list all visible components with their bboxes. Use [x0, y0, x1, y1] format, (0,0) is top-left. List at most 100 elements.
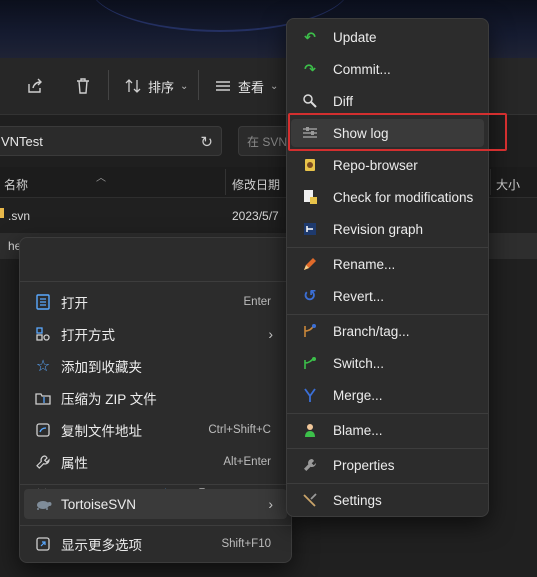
sort-icon — [125, 79, 141, 93]
menu-divider — [20, 484, 291, 485]
menu-item-label: Revert... — [333, 288, 385, 304]
menu-item-add-favorite[interactable]: ☆ 添加到收藏夹 — [24, 352, 287, 380]
trash-icon — [77, 78, 89, 94]
folder-icon — [0, 208, 4, 218]
address-path: VNTest — [1, 133, 43, 149]
file-name: .svn — [8, 209, 31, 223]
menu-item-label: Switch... — [333, 355, 385, 371]
menu-item-label: Commit... — [333, 61, 391, 77]
menu-item-label: 添加到收藏夹 — [61, 360, 142, 375]
svn-branch-tag[interactable]: Branch/tag... — [291, 317, 484, 345]
view-button[interactable]: 查看 ⌄ — [214, 76, 278, 96]
sort-button[interactable]: 排序 ⌄ — [124, 76, 188, 96]
svn-rename[interactable]: Rename... — [291, 250, 484, 278]
column-size-header[interactable]: 大小 — [496, 176, 520, 193]
menu-item-open[interactable]: 打开 Enter — [24, 288, 287, 316]
check-modifications-icon — [301, 188, 319, 206]
search-placeholder: 在 SVN — [247, 134, 288, 149]
wrench-icon — [34, 453, 52, 471]
menu-item-label: 显示更多选项 — [61, 538, 142, 553]
menu-divider — [287, 448, 488, 449]
view-lines-icon — [216, 81, 230, 91]
zip-folder-icon — [34, 389, 52, 407]
column-modified-header[interactable]: 修改日期 — [232, 176, 280, 193]
menu-item-shortcut: Shift+F10 — [221, 538, 271, 550]
commit-icon: ↷ — [304, 60, 316, 77]
menu-item-label: TortoiseSVN — [61, 496, 137, 512]
menu-item-label: 打开方式 — [61, 328, 115, 343]
file-date: 2023/5/7 — [232, 209, 279, 223]
menu-item-show-more-options[interactable]: 显示更多选项 Shift+F10 — [24, 530, 287, 558]
sort-up-icon: ︿ — [96, 173, 106, 184]
star-icon: ☆ — [35, 358, 51, 375]
svn-diff[interactable]: Diff — [291, 87, 484, 115]
menu-item-label: Blame... — [333, 422, 383, 438]
menu-item-properties[interactable]: 属性 Alt+Enter — [24, 448, 287, 476]
shell-context-menu: 打开 Enter 打开方式 › ☆ 添加到收藏夹 压缩为 ZIP 文件 复制文件… — [19, 237, 292, 563]
menu-item-open-with[interactable]: 打开方式 › — [24, 320, 287, 348]
copy-path-icon — [34, 421, 52, 439]
delete-button[interactable] — [74, 76, 92, 96]
menu-item-label: Check for modifications — [333, 189, 474, 205]
chevron-right-icon: › — [268, 326, 273, 342]
tortoisesvn-submenu: ↶ Update ↷ Commit... Diff Show log Repo-… — [286, 18, 489, 517]
refresh-icon[interactable]: ↻ — [200, 133, 213, 151]
menu-item-label: 打开 — [61, 296, 88, 311]
svn-commit[interactable]: ↷ Commit... — [291, 55, 484, 83]
blame-icon — [301, 421, 319, 439]
svn-check-modifications[interactable]: Check for modifications — [291, 183, 484, 211]
svn-revision-graph[interactable]: Revision graph — [291, 215, 484, 243]
menu-item-shortcut: Enter — [243, 296, 272, 308]
chevron-down-icon: ⌄ — [270, 80, 279, 92]
open-with-icon — [34, 325, 52, 343]
switch-icon — [301, 354, 319, 372]
revert-icon: ↺ — [303, 288, 317, 305]
view-label: 查看 — [238, 79, 265, 95]
share-button[interactable] — [26, 76, 44, 96]
merge-icon — [301, 386, 319, 404]
share-icon — [28, 78, 42, 93]
chevron-down-icon: ⌄ — [180, 80, 189, 92]
tortoise-icon — [34, 495, 52, 513]
menu-divider — [287, 247, 488, 248]
menu-item-label: Merge... — [333, 387, 383, 403]
menu-divider — [20, 281, 291, 282]
wrench-icon — [301, 456, 319, 474]
sort-label: 排序 — [148, 79, 175, 95]
more-options-icon — [34, 535, 52, 553]
highlight-box — [288, 113, 507, 151]
svn-switch[interactable]: Switch... — [291, 349, 484, 377]
svn-properties[interactable]: Properties — [291, 451, 484, 479]
menu-divider — [287, 413, 488, 414]
menu-item-label: Rename... — [333, 256, 396, 272]
menu-item-label: 属性 — [61, 456, 88, 471]
menu-item-shortcut: Alt+Enter — [223, 456, 271, 468]
menu-item-label: 复制文件地址 — [61, 424, 142, 439]
address-bar[interactable]: VNTest ↻ — [0, 126, 222, 156]
menu-item-shortcut: Ctrl+Shift+C — [208, 424, 271, 436]
menu-item-label: Revision graph — [333, 221, 424, 237]
menu-item-label: Repo-browser — [333, 157, 418, 173]
menu-item-copy-path[interactable]: 复制文件地址 Ctrl+Shift+C — [24, 416, 287, 444]
diff-icon — [301, 92, 319, 110]
menu-item-tortoisesvn[interactable]: TortoiseSVN › — [24, 489, 287, 519]
settings-tools-icon — [301, 491, 319, 509]
svn-merge[interactable]: Merge... — [291, 381, 484, 409]
menu-item-label: Diff — [333, 93, 354, 109]
repo-browser-icon — [301, 156, 319, 174]
menu-item-label: Properties — [333, 457, 395, 473]
menu-item-compress-zip[interactable]: 压缩为 ZIP 文件 — [24, 384, 287, 412]
svn-update[interactable]: ↶ Update — [291, 23, 484, 51]
toolbar-divider — [108, 70, 109, 100]
svn-settings[interactable]: Settings — [291, 486, 484, 514]
menu-divider — [287, 483, 488, 484]
svn-blame[interactable]: Blame... — [291, 416, 484, 444]
svn-revert[interactable]: ↺ Revert... — [291, 282, 484, 310]
revision-graph-icon — [301, 220, 319, 238]
menu-divider — [20, 525, 291, 526]
svn-repo-browser[interactable]: Repo-browser — [291, 151, 484, 179]
toolbar-divider — [198, 70, 199, 100]
column-name-header[interactable]: 名称 — [4, 176, 28, 193]
menu-divider — [287, 314, 488, 315]
pencil-icon — [301, 255, 319, 273]
